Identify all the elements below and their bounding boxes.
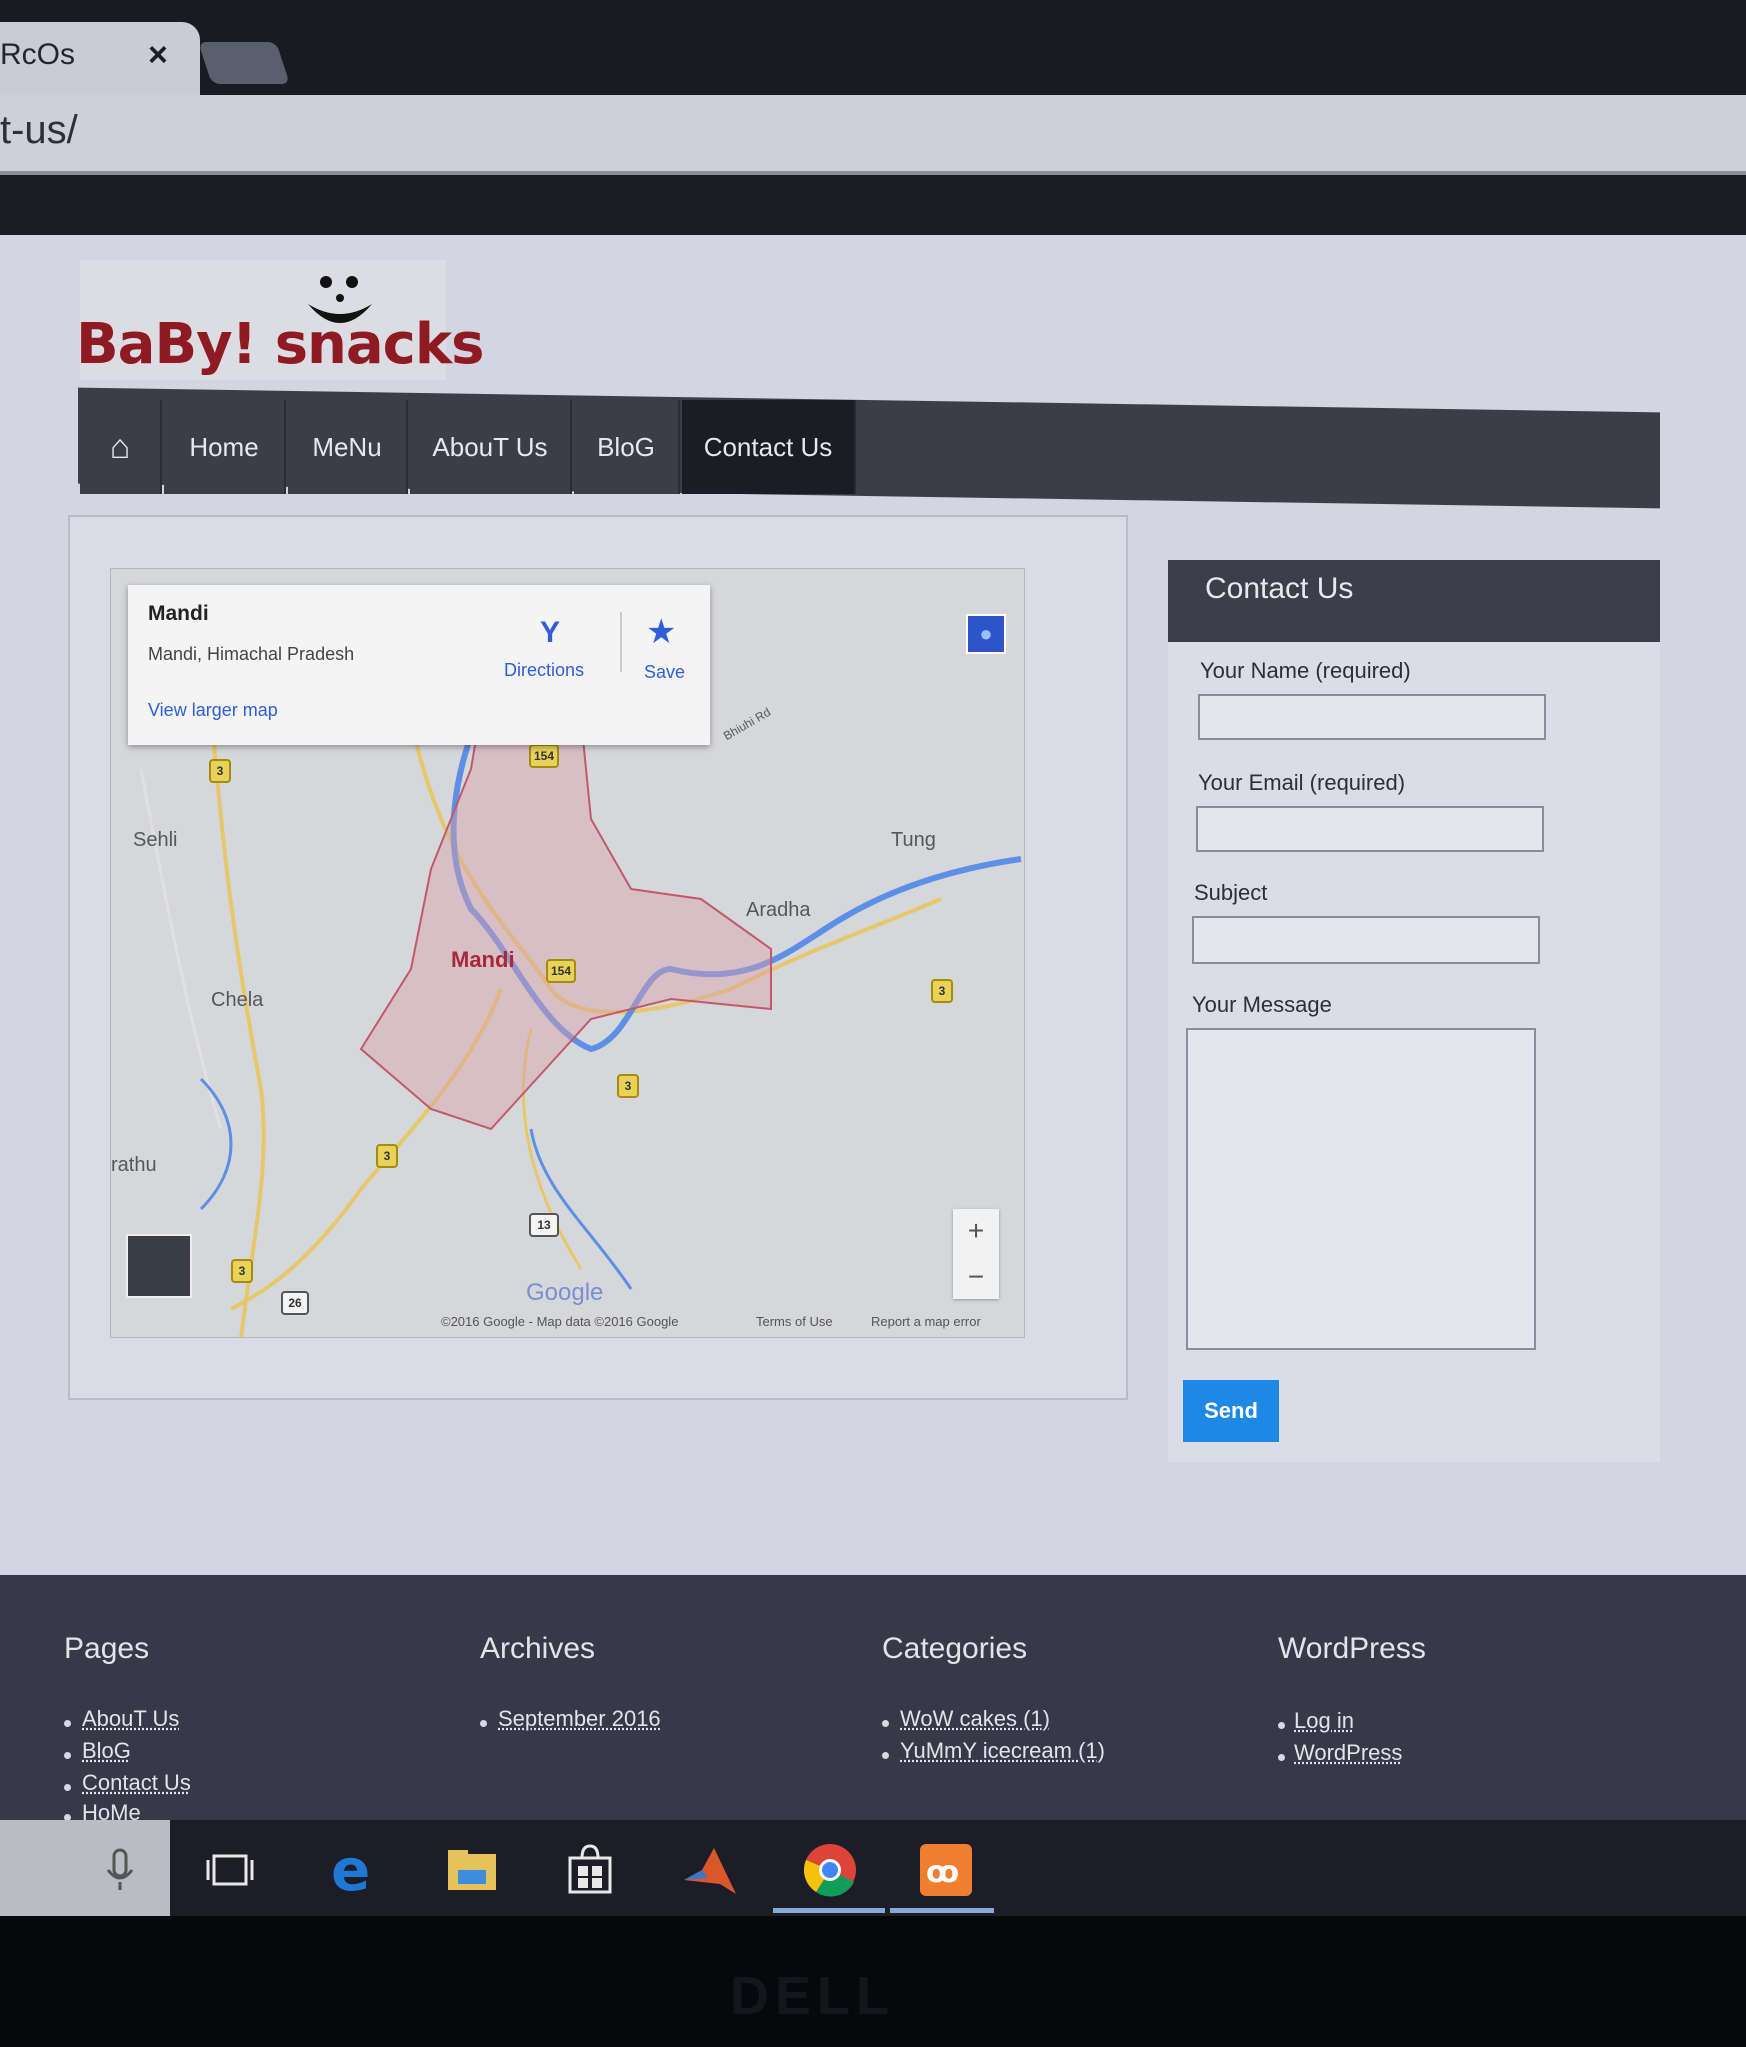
footer-heading-archives: Archives bbox=[480, 1632, 596, 1665]
map-label-aradha: Aradha bbox=[746, 899, 811, 921]
bullet bbox=[480, 1720, 487, 1727]
bullet bbox=[64, 1720, 71, 1727]
site-footer bbox=[0, 1575, 1746, 1825]
map-place-name: Mandi bbox=[148, 602, 209, 625]
footer-heading-categories: Categories bbox=[882, 1632, 1028, 1665]
chrome-icon[interactable] bbox=[800, 1840, 860, 1900]
footer-link-home[interactable]: HoMe bbox=[82, 1800, 141, 1820]
address-bar[interactable] bbox=[0, 95, 1746, 175]
nav-item-about[interactable]: AbouT Us bbox=[410, 400, 572, 494]
route-shield: 3 bbox=[931, 979, 953, 1003]
route-shield: 154 bbox=[529, 744, 559, 768]
save-star-icon[interactable]: ★ bbox=[646, 612, 676, 652]
contact-widget-title: Contact Us bbox=[1205, 572, 1354, 605]
subject-label: Subject bbox=[1194, 880, 1268, 905]
map-label-tung: Tung bbox=[891, 829, 936, 851]
map-label-rathu: rathu bbox=[111, 1154, 157, 1176]
send-button[interactable]: Send bbox=[1183, 1380, 1279, 1442]
footer-link-about[interactable]: AbouT Us bbox=[82, 1706, 179, 1732]
email-field[interactable] bbox=[1196, 806, 1544, 852]
route-shield: 3 bbox=[209, 759, 231, 783]
file-explorer-icon[interactable] bbox=[442, 1840, 502, 1900]
bullet bbox=[1278, 1754, 1285, 1761]
card-divider bbox=[620, 612, 622, 672]
nav-item-menu[interactable]: MeNu bbox=[288, 400, 408, 494]
nav-item-home[interactable]: Home bbox=[164, 400, 286, 494]
xampp-icon[interactable]: ꝏ bbox=[916, 1840, 976, 1900]
bullet bbox=[64, 1784, 71, 1791]
footer-link-yummy-icecream[interactable]: YuMmY icecream (1) bbox=[900, 1738, 1105, 1764]
active-app-indicator bbox=[890, 1908, 994, 1913]
directions-link[interactable]: Directions bbox=[504, 660, 584, 681]
route-shield: 13 bbox=[529, 1213, 559, 1237]
map-report-link[interactable]: Report a map error bbox=[871, 1314, 981, 1329]
bullet bbox=[882, 1720, 889, 1727]
nav-item-contact[interactable]: Contact Us bbox=[682, 400, 856, 494]
route-shield: 3 bbox=[376, 1144, 398, 1168]
svg-text:ꝏ: ꝏ bbox=[926, 1855, 959, 1890]
route-shield: 154 bbox=[546, 959, 576, 983]
route-shield: 3 bbox=[617, 1074, 639, 1098]
google-logo: Google bbox=[526, 1279, 604, 1306]
logo-text: BaBy! snacks bbox=[76, 312, 484, 377]
route-shield: 3 bbox=[231, 1259, 253, 1283]
edge-icon[interactable]: e bbox=[325, 1840, 385, 1900]
satellite-toggle[interactable] bbox=[126, 1234, 192, 1298]
map-place-address: Mandi, Himachal Pradesh bbox=[148, 644, 355, 664]
zoom-in-button[interactable]: + bbox=[953, 1209, 999, 1253]
footer-link-wordpress[interactable]: WordPress bbox=[1294, 1740, 1402, 1766]
active-app-indicator bbox=[773, 1908, 885, 1913]
nav-item-blog[interactable]: BloG bbox=[574, 400, 680, 494]
tab-title: RcOs bbox=[0, 38, 75, 71]
street-view-icon[interactable]: ● bbox=[966, 614, 1006, 654]
map-label-mandi: Mandi bbox=[451, 947, 515, 972]
route-shield: 26 bbox=[281, 1291, 309, 1315]
footer-link-wow-cakes[interactable]: WoW cakes (1) bbox=[900, 1706, 1050, 1732]
name-label: Your Name (required) bbox=[1200, 658, 1411, 683]
tab-close-icon[interactable]: × bbox=[148, 36, 168, 75]
footer-link-login[interactable]: Log in bbox=[1294, 1708, 1354, 1734]
footer-link-contact[interactable]: Contact Us bbox=[82, 1770, 191, 1796]
directions-icon[interactable]: Y bbox=[540, 616, 560, 650]
map-copyright: ©2016 Google - Map data ©2016 Google bbox=[441, 1314, 679, 1329]
view-larger-map-link[interactable]: View larger map bbox=[148, 700, 278, 721]
map-label-chela: Chela bbox=[211, 989, 264, 1011]
svg-text:e: e bbox=[331, 1840, 370, 1900]
task-view-icon[interactable] bbox=[200, 1840, 260, 1900]
bullet bbox=[1278, 1722, 1285, 1729]
map-info-card bbox=[128, 585, 710, 745]
matlab-icon[interactable] bbox=[680, 1840, 740, 1900]
bullet bbox=[882, 1752, 889, 1759]
name-field[interactable] bbox=[1198, 694, 1546, 740]
bullet bbox=[64, 1752, 71, 1759]
site-top-bar bbox=[0, 175, 1746, 235]
monitor-brand-logo: DELL bbox=[730, 1966, 895, 2026]
subject-field[interactable] bbox=[1192, 916, 1540, 964]
url-text[interactable]: t-us/ bbox=[0, 108, 78, 153]
footer-link-blog[interactable]: BloG bbox=[82, 1738, 131, 1764]
map-terms-link[interactable]: Terms of Use bbox=[756, 1314, 833, 1329]
save-link[interactable]: Save bbox=[644, 662, 685, 683]
store-icon[interactable] bbox=[560, 1840, 620, 1900]
footer-heading-wordpress: WordPress bbox=[1278, 1632, 1426, 1665]
microphone-icon[interactable] bbox=[90, 1840, 150, 1900]
message-field[interactable] bbox=[1186, 1028, 1536, 1350]
email-label: Your Email (required) bbox=[1198, 770, 1406, 795]
map-label-sehli: Sehli bbox=[133, 829, 178, 851]
zoom-out-button[interactable]: − bbox=[953, 1255, 999, 1299]
nav-home-icon[interactable]: ⌂ bbox=[80, 400, 162, 494]
footer-link-september-2016[interactable]: September 2016 bbox=[498, 1706, 661, 1732]
new-tab-button[interactable] bbox=[198, 42, 290, 84]
footer-heading-pages: Pages bbox=[64, 1632, 150, 1665]
message-label: Your Message bbox=[1192, 992, 1332, 1017]
windows-taskbar bbox=[0, 1820, 1746, 1916]
